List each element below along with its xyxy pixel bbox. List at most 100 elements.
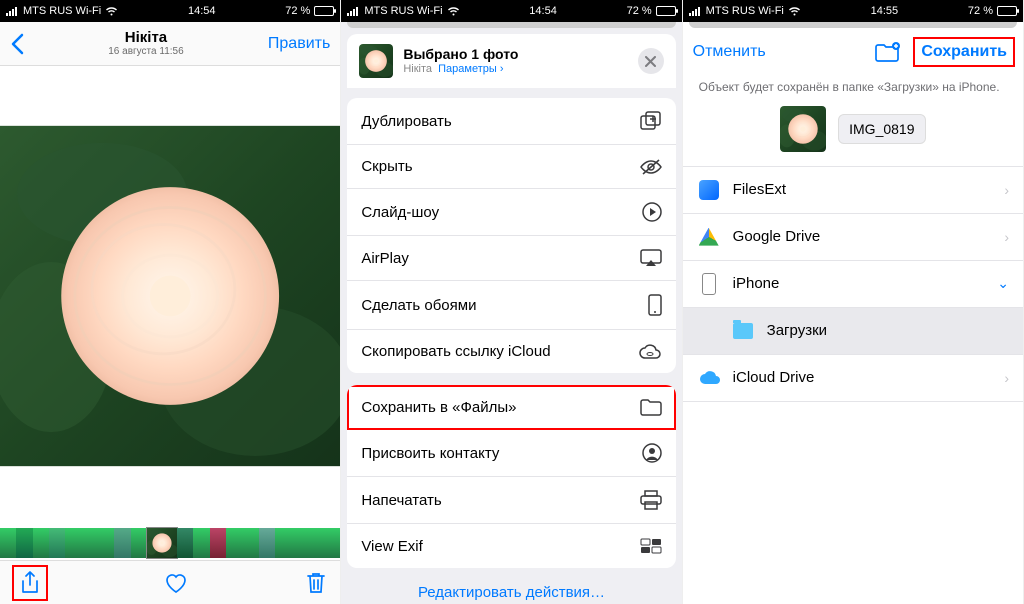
- location-list: FilesExt › Google Drive › iPhone ⌄ Загру…: [683, 166, 1023, 402]
- folder-plus-icon: [875, 42, 901, 62]
- icloud-icon: [697, 366, 721, 390]
- action-label: Сохранить в «Файлы»: [361, 399, 516, 416]
- action-airplay[interactable]: AirPlay: [347, 236, 675, 281]
- folder-icon: [638, 398, 662, 416]
- close-icon: [645, 56, 656, 67]
- photo-date: 16 августа 11:56: [108, 46, 183, 57]
- location-google-drive[interactable]: Google Drive ›: [683, 214, 1023, 261]
- action-label: Напечатать: [361, 492, 441, 509]
- title-block: Нікіта 16 августа 11:56: [108, 30, 183, 58]
- file-preview-row: IMG_0819: [683, 100, 1023, 166]
- folder-icon: [733, 323, 753, 339]
- nav-bar: Нікіта 16 августа 11:56 Править: [0, 22, 340, 66]
- file-thumbnail: [780, 106, 826, 152]
- chevron-right-icon: ›: [1004, 229, 1009, 245]
- status-bar: MTS RUS Wi-Fi 14:54 72 %: [341, 0, 681, 22]
- action-view-exif[interactable]: View Exif: [347, 524, 675, 568]
- status-bar: MTS RUS Wi-Fi 14:55 72 %: [683, 0, 1023, 22]
- action-hide[interactable]: Скрыть: [347, 145, 675, 189]
- wifi-icon: [447, 6, 460, 16]
- favorite-button[interactable]: [164, 572, 188, 594]
- save-info-text: Объект будет сохранён в папке «Загрузки»…: [683, 76, 1023, 100]
- filename-field[interactable]: IMG_0819: [838, 114, 925, 144]
- eye-slash-icon: [638, 159, 662, 175]
- action-label: View Exif: [361, 538, 422, 555]
- share-icon: [20, 571, 40, 595]
- delete-button[interactable]: [306, 571, 326, 595]
- phone-1-photos-viewer: MTS RUS Wi-Fi 14:54 72 % Нікіта 16 авгус…: [0, 0, 341, 604]
- battery-percent: 72 %: [285, 5, 310, 17]
- location-filesext[interactable]: FilesExt ›: [683, 167, 1023, 214]
- phone-2-share-sheet: MTS RUS Wi-Fi 14:54 72 % Выбрано 1 фото …: [341, 0, 682, 604]
- wifi-icon: [105, 6, 118, 16]
- action-label: AirPlay: [361, 250, 409, 267]
- carrier-label: MTS RUS Wi-Fi: [23, 5, 101, 17]
- exif-icon: [638, 537, 662, 555]
- close-button[interactable]: [638, 48, 664, 74]
- location-label: iPhone: [733, 275, 986, 292]
- status-time: 14:55: [871, 5, 899, 17]
- status-time: 14:54: [529, 5, 557, 17]
- bottom-toolbar: [0, 560, 340, 604]
- carrier-label: MTS RUS Wi-Fi: [706, 5, 784, 17]
- location-label: Google Drive: [733, 228, 993, 245]
- heart-icon: [164, 572, 188, 594]
- battery-icon: [997, 6, 1017, 16]
- battery-percent: 72 %: [627, 5, 652, 17]
- location-icloud-drive[interactable]: iCloud Drive ›: [683, 355, 1023, 402]
- play-circle-icon: [638, 202, 662, 222]
- trash-icon: [306, 571, 326, 595]
- edit-button[interactable]: Править: [268, 35, 330, 53]
- action-label: Дублировать: [361, 113, 451, 130]
- location-downloads[interactable]: Загрузки: [683, 308, 1023, 355]
- photo-main[interactable]: [0, 66, 340, 526]
- location-label: Загрузки: [767, 322, 1009, 339]
- location-iphone[interactable]: iPhone ⌄: [683, 261, 1023, 308]
- airplay-icon: [638, 249, 662, 267]
- carrier-label: MTS RUS Wi-Fi: [364, 5, 442, 17]
- wifi-icon: [788, 6, 801, 16]
- thumbnail-strip[interactable]: [0, 526, 340, 560]
- contact-name: Нікіта: [108, 30, 183, 47]
- cloud-link-icon: [638, 344, 662, 360]
- back-button[interactable]: [10, 33, 24, 55]
- action-print[interactable]: Напечатать: [347, 477, 675, 524]
- person-circle-icon: [638, 443, 662, 463]
- battery-percent: 72 %: [968, 5, 993, 17]
- battery-icon: [314, 6, 334, 16]
- selected-count: Выбрано 1 фото: [403, 46, 627, 63]
- edit-actions-link[interactable]: Редактировать действия…: [341, 568, 681, 604]
- chevron-right-icon: ›: [1004, 182, 1009, 198]
- gdrive-icon: [699, 228, 719, 246]
- action-label: Присвоить контакту: [361, 445, 499, 462]
- options-link[interactable]: Параметры: [438, 63, 497, 75]
- phone-icon: [638, 294, 662, 316]
- header-thumbnail: [359, 44, 393, 78]
- chevron-down-icon: ⌄: [997, 275, 1009, 292]
- status-bar: MTS RUS Wi-Fi 14:54 72 %: [0, 0, 340, 22]
- action-label: Скрыть: [361, 158, 412, 175]
- filesext-icon: [699, 180, 719, 200]
- action-slideshow[interactable]: Слайд-шоу: [347, 189, 675, 236]
- status-time: 14:54: [188, 5, 216, 17]
- action-label: Слайд-шоу: [361, 204, 439, 221]
- new-folder-button[interactable]: [875, 42, 901, 62]
- signal-icon: [6, 7, 17, 16]
- chevron-right-icon: ›: [500, 63, 504, 75]
- origin-name: Нікіта: [403, 63, 432, 75]
- action-duplicate[interactable]: Дублировать: [347, 98, 675, 145]
- cancel-button[interactable]: Отменить: [693, 43, 766, 61]
- chevron-right-icon: ›: [1004, 370, 1009, 386]
- action-save-to-files[interactable]: Сохранить в «Файлы»: [347, 385, 675, 430]
- share-sheet-header: Выбрано 1 фото Нікіта Параметры ›: [347, 34, 675, 88]
- save-button[interactable]: Сохранить: [915, 39, 1013, 65]
- battery-icon: [656, 6, 676, 16]
- action-list-a: Дублировать Скрыть Слайд-шоу AirPlay Сде…: [347, 98, 675, 373]
- files-nav: Отменить Сохранить: [683, 28, 1023, 76]
- phone-3-save-to-files: MTS RUS Wi-Fi 14:55 72 % Отменить Сохран…: [683, 0, 1024, 604]
- action-copy-icloud-link[interactable]: Скопировать ссылку iCloud: [347, 330, 675, 373]
- action-assign-contact[interactable]: Присвоить контакту: [347, 430, 675, 477]
- action-wallpaper[interactable]: Сделать обоями: [347, 281, 675, 330]
- action-label: Скопировать ссылку iCloud: [361, 343, 550, 360]
- share-button[interactable]: [14, 567, 46, 599]
